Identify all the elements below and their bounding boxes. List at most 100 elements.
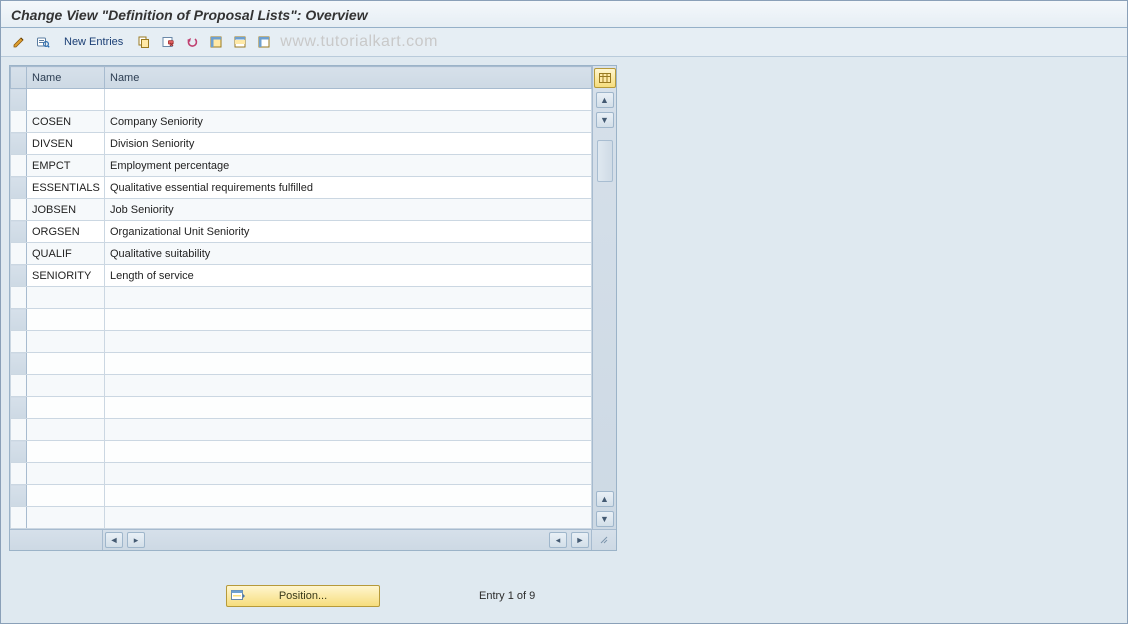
cell-code[interactable]: ORGSEN [27, 221, 105, 243]
table-row[interactable] [11, 287, 592, 309]
delete-icon[interactable] [158, 32, 178, 52]
scroll-down-small-icon[interactable]: ▼ [596, 112, 614, 128]
cell-code[interactable] [27, 419, 105, 441]
row-selector[interactable] [11, 265, 27, 287]
cell-desc[interactable]: Employment percentage [105, 155, 592, 177]
row-selector[interactable] [11, 375, 27, 397]
row-selector[interactable] [11, 507, 27, 529]
cell-desc[interactable] [105, 309, 592, 331]
undo-icon[interactable] [182, 32, 202, 52]
new-entries-button[interactable]: New Entries [57, 33, 130, 51]
position-button[interactable]: Position... [226, 585, 380, 607]
proposal-list-table[interactable]: Name Name COSENCompany SeniorityDIVSENDi… [10, 66, 592, 529]
copy-icon[interactable] [134, 32, 154, 52]
row-selector[interactable] [11, 485, 27, 507]
scroll-up-small-icon[interactable]: ▲ [596, 491, 614, 507]
row-selector[interactable] [11, 463, 27, 485]
table-settings-icon[interactable] [594, 68, 616, 88]
cell-code[interactable]: ESSENTIALS [27, 177, 105, 199]
select-block-icon[interactable] [230, 32, 250, 52]
cell-code[interactable] [27, 331, 105, 353]
display-change-icon[interactable] [9, 32, 29, 52]
row-selector[interactable] [11, 89, 27, 111]
table-row[interactable]: EMPCTEmployment percentage [11, 155, 592, 177]
row-selector[interactable] [11, 177, 27, 199]
cell-code[interactable] [27, 309, 105, 331]
scroll-down-icon[interactable]: ▼ [596, 511, 614, 527]
row-selector[interactable] [11, 199, 27, 221]
cell-desc[interactable] [105, 353, 592, 375]
cell-desc[interactable] [105, 331, 592, 353]
scroll-left-icon[interactable]: ▸ [127, 532, 145, 548]
select-all-header[interactable] [11, 67, 27, 89]
cell-code[interactable] [27, 441, 105, 463]
cell-code[interactable]: EMPCT [27, 155, 105, 177]
scroll-right-icon[interactable]: ◂ [549, 532, 567, 548]
table-row[interactable] [11, 419, 592, 441]
scroll-left-start-icon[interactable]: ◄ [105, 532, 123, 548]
column-header-code[interactable]: Name [27, 67, 105, 89]
table-row[interactable] [11, 507, 592, 529]
table-row[interactable] [11, 397, 592, 419]
cell-code[interactable] [27, 485, 105, 507]
cell-code[interactable] [27, 375, 105, 397]
cell-desc[interactable] [105, 507, 592, 529]
find-icon[interactable] [33, 32, 53, 52]
cell-code[interactable]: DIVSEN [27, 133, 105, 155]
cell-desc[interactable] [105, 287, 592, 309]
cell-code[interactable] [27, 507, 105, 529]
cell-desc[interactable]: Division Seniority [105, 133, 592, 155]
cell-code[interactable]: COSEN [27, 111, 105, 133]
select-all-icon[interactable] [206, 32, 226, 52]
row-selector[interactable] [11, 287, 27, 309]
row-selector[interactable] [11, 243, 27, 265]
cell-code[interactable] [27, 353, 105, 375]
table-row[interactable]: COSENCompany Seniority [11, 111, 592, 133]
cell-desc[interactable]: Company Seniority [105, 111, 592, 133]
cell-code[interactable]: JOBSEN [27, 199, 105, 221]
table-row[interactable] [11, 375, 592, 397]
table-row[interactable]: ORGSENOrganizational Unit Seniority [11, 221, 592, 243]
table-row[interactable]: SENIORITYLength of service [11, 265, 592, 287]
cell-desc[interactable]: Qualitative suitability [105, 243, 592, 265]
cell-desc[interactable] [105, 441, 592, 463]
cell-desc[interactable]: Job Seniority [105, 199, 592, 221]
scroll-up-icon[interactable]: ▲ [596, 92, 614, 108]
table-row[interactable]: ESSENTIALSQualitative essential requirem… [11, 177, 592, 199]
row-selector[interactable] [11, 111, 27, 133]
cell-desc[interactable] [105, 89, 592, 111]
table-row[interactable]: QUALIFQualitative suitability [11, 243, 592, 265]
scroll-thumb[interactable] [597, 140, 613, 182]
cell-desc[interactable] [105, 463, 592, 485]
row-selector[interactable] [11, 133, 27, 155]
table-row[interactable] [11, 463, 592, 485]
cell-code[interactable] [27, 287, 105, 309]
cell-desc[interactable] [105, 375, 592, 397]
cell-desc[interactable] [105, 485, 592, 507]
deselect-all-icon[interactable] [254, 32, 274, 52]
row-selector[interactable] [11, 155, 27, 177]
table-row[interactable] [11, 485, 592, 507]
scroll-right-end-icon[interactable]: ► [571, 532, 589, 548]
row-selector[interactable] [11, 309, 27, 331]
cell-desc[interactable] [105, 419, 592, 441]
table-row[interactable] [11, 309, 592, 331]
row-selector[interactable] [11, 331, 27, 353]
cell-code[interactable] [27, 463, 105, 485]
cell-desc[interactable]: Organizational Unit Seniority [105, 221, 592, 243]
cell-desc[interactable]: Qualitative essential requirements fulfi… [105, 177, 592, 199]
row-selector[interactable] [11, 397, 27, 419]
row-selector[interactable] [11, 353, 27, 375]
table-row[interactable] [11, 331, 592, 353]
row-selector[interactable] [11, 419, 27, 441]
table-row[interactable]: JOBSENJob Seniority [11, 199, 592, 221]
table-row[interactable] [11, 353, 592, 375]
cell-code[interactable]: SENIORITY [27, 265, 105, 287]
table-row[interactable] [11, 89, 592, 111]
cell-code[interactable]: QUALIF [27, 243, 105, 265]
cell-desc[interactable] [105, 397, 592, 419]
column-header-desc[interactable]: Name [105, 67, 592, 89]
table-row[interactable]: DIVSENDivision Seniority [11, 133, 592, 155]
row-selector[interactable] [11, 441, 27, 463]
cell-desc[interactable]: Length of service [105, 265, 592, 287]
